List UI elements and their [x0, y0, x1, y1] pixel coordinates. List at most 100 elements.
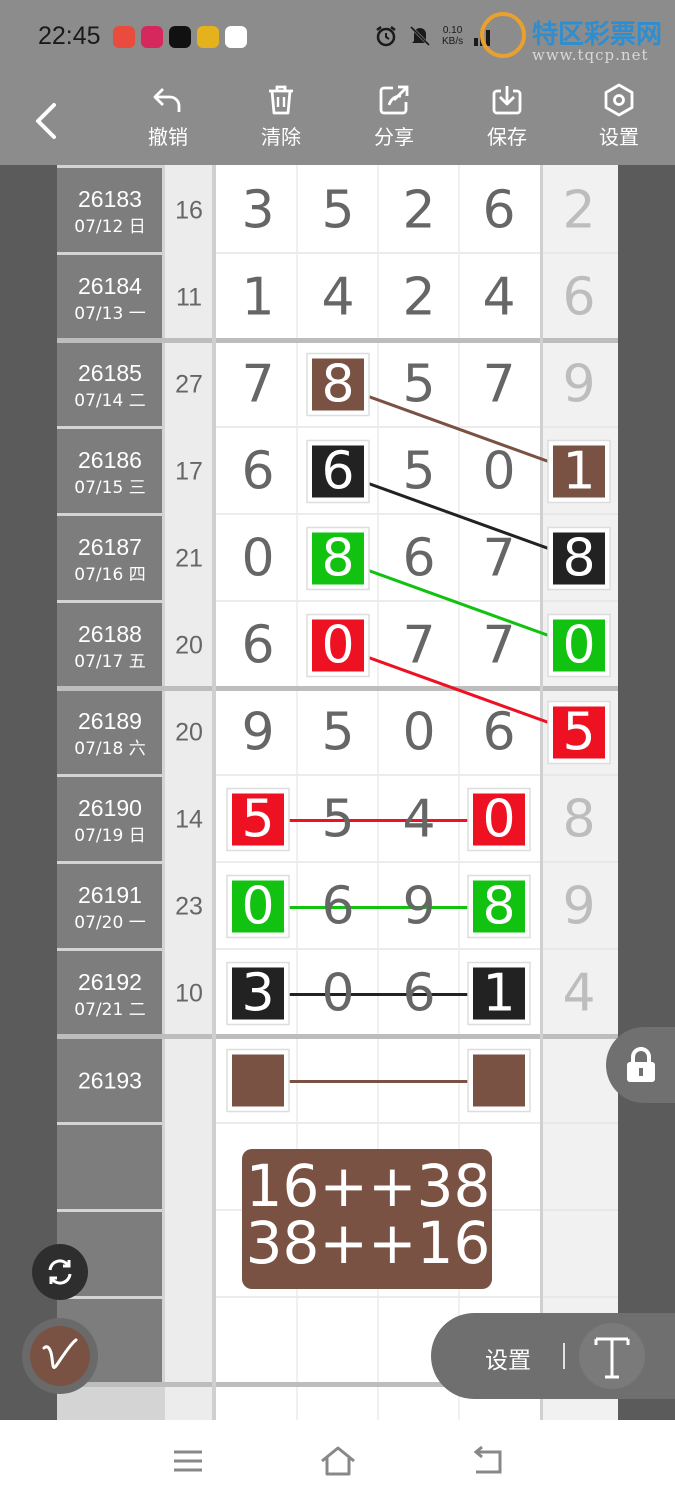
period-number: 26185	[78, 360, 142, 386]
digit-cell: 6	[482, 703, 515, 763]
digit-cell: 5	[321, 703, 354, 763]
digit-cell: 4	[402, 790, 435, 850]
period-cell	[57, 1125, 162, 1209]
sum-value: 14	[175, 806, 203, 834]
extra-digit: 9	[562, 877, 595, 937]
digit-cell: 1	[241, 268, 274, 328]
period-number: 26190	[78, 795, 142, 821]
toolbar: 撤销 清除 分享 保存 设置	[0, 75, 675, 165]
download-icon	[492, 86, 522, 115]
marked-cell[interactable]	[473, 1054, 525, 1107]
alarm-icon	[376, 26, 396, 47]
sum-value: 20	[175, 632, 203, 660]
digit-cell: 0	[241, 877, 274, 937]
digit-cell: 6	[321, 877, 354, 937]
group-separator	[57, 1034, 618, 1039]
trend-chart[interactable]: 2618307/12 日162618407/13 一112618507/14 二…	[0, 165, 675, 1420]
mute-icon	[409, 25, 431, 47]
digit-cell: 8	[321, 529, 354, 589]
digit-cell: 4	[321, 268, 354, 328]
marked-cell[interactable]	[232, 1054, 284, 1107]
back-nav-icon[interactable]	[468, 1444, 508, 1478]
period-date: 07/17 五	[74, 652, 145, 672]
period-date: 07/19 日	[74, 826, 145, 846]
save-label: 保存	[487, 125, 527, 149]
period-number: 26192	[78, 969, 142, 995]
digit-cell: 7	[241, 355, 274, 415]
sum-value: 23	[175, 893, 203, 921]
notification-app-icons	[113, 26, 247, 48]
watermark: 特区彩票网 www.tqcp.net	[480, 10, 670, 68]
share-label: 分享	[374, 125, 414, 149]
digit-cell: 5	[241, 790, 274, 850]
rotate-button[interactable]	[32, 1244, 88, 1300]
extra-digit: 5	[562, 703, 595, 763]
digit-cell: 9	[402, 877, 435, 937]
system-nav-bar	[0, 1420, 675, 1500]
period-date: 07/14 二	[74, 391, 145, 411]
home-icon[interactable]	[318, 1444, 358, 1478]
period-date: 07/21 二	[74, 1000, 145, 1020]
digit-cell: 6	[241, 616, 274, 676]
clear-button[interactable]: 清除	[241, 83, 321, 150]
group-separator	[57, 686, 618, 691]
period-number: 26183	[78, 186, 142, 212]
digit-cell: 7	[402, 616, 435, 676]
extra-digit: 1	[562, 442, 595, 502]
settings-button[interactable]: 设置	[579, 83, 659, 150]
period-number: 26193	[78, 1068, 142, 1094]
digit-cell: 0	[241, 529, 274, 589]
text-tool-icon	[594, 1337, 630, 1379]
clear-label: 清除	[261, 125, 301, 149]
sum-value: 16	[175, 197, 203, 225]
sum-value: 27	[175, 371, 203, 399]
sum-value: 10	[175, 980, 203, 1008]
status-time: 22:45	[38, 22, 101, 50]
period-number: 26189	[78, 708, 142, 734]
rotate-icon	[48, 1259, 72, 1285]
digit-cell: 1	[482, 964, 515, 1024]
menu-icon[interactable]	[168, 1444, 208, 1478]
period-number: 26186	[78, 447, 142, 473]
back-arrow-icon[interactable]	[28, 97, 68, 145]
digit-cell: 4	[482, 268, 515, 328]
period-number: 26188	[78, 621, 142, 647]
digit-cell: 6	[241, 442, 274, 502]
digit-cell: 5	[402, 355, 435, 415]
group-separator	[57, 338, 618, 343]
digit-cell: 6	[482, 181, 515, 241]
digit-cell: 2	[402, 268, 435, 328]
lock-icon	[627, 1047, 655, 1082]
digit-cell: 3	[241, 181, 274, 241]
save-button[interactable]: 保存	[467, 83, 547, 150]
lock-button[interactable]	[606, 1027, 675, 1103]
undo-icon	[153, 88, 181, 112]
extra-digit: 6	[562, 268, 595, 328]
extra-digit: 0	[562, 616, 595, 676]
sum-column	[165, 165, 212, 1420]
undo-label: 撤销	[148, 125, 188, 149]
net-speed: 0.10 KB/s	[442, 25, 464, 47]
extra-digit: 8	[562, 790, 595, 850]
app-icon-1	[113, 26, 135, 48]
right-gutter	[618, 165, 675, 1420]
bottom-settings-pill[interactable]: 设置	[431, 1313, 675, 1399]
period-date: 07/20 一	[74, 913, 145, 933]
digit-cell: 7	[482, 616, 515, 676]
digit-cell: 2	[402, 181, 435, 241]
bottom-settings-label[interactable]: 设置	[485, 1341, 531, 1375]
pen-button[interactable]	[22, 1318, 98, 1394]
pen-color-swatch	[30, 1326, 90, 1386]
digit-cell: 6	[402, 964, 435, 1024]
undo-button[interactable]: 撤销	[128, 83, 208, 150]
digit-cell: 7	[482, 355, 515, 415]
pill-divider	[563, 1343, 565, 1369]
digit-cell: 0	[321, 964, 354, 1024]
text-tool-button[interactable]	[579, 1323, 645, 1389]
watermark-logo-icon	[480, 12, 526, 58]
share-button[interactable]: 分享	[354, 83, 434, 150]
extra-digit: 4	[562, 964, 595, 1024]
period-number: 26191	[78, 882, 142, 908]
watermark-url: www.tqcp.net	[532, 46, 649, 64]
extra-digit: 8	[562, 529, 595, 589]
